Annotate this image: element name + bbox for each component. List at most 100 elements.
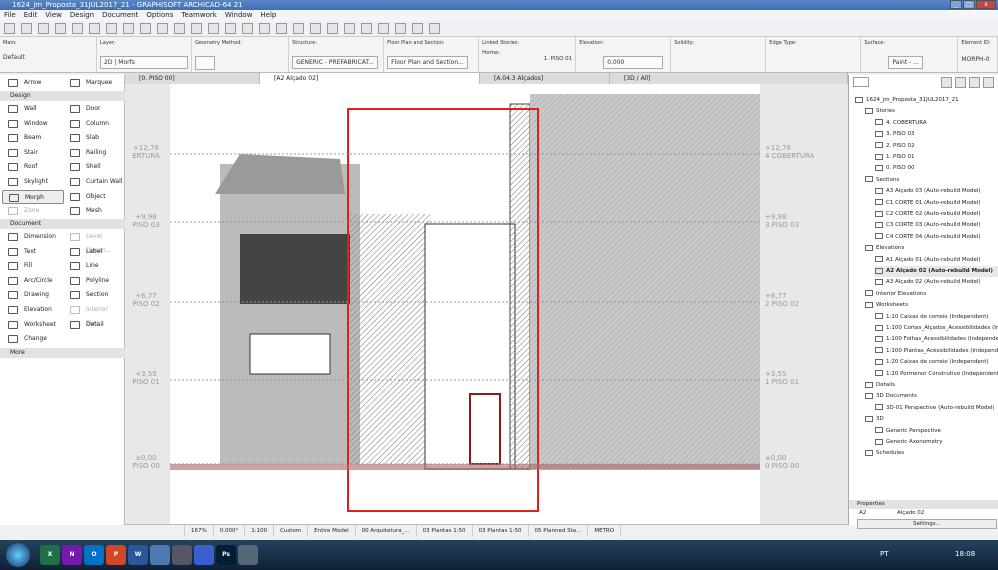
- tree-item[interactable]: Schedules: [865, 448, 904, 459]
- toolbar-button-icon[interactable]: [72, 23, 83, 34]
- tool-marquee[interactable]: Marquee: [64, 76, 126, 90]
- tree-item[interactable]: 2. PISO 02: [875, 141, 915, 152]
- tool-morph[interactable]: Morph: [2, 189, 64, 204]
- tree-item[interactable]: 3D Documents: [865, 391, 917, 402]
- view-map-icon[interactable]: [955, 77, 966, 88]
- tool-section[interactable]: Section: [64, 288, 126, 302]
- menu-help[interactable]: Help: [260, 10, 276, 21]
- tree-item[interactable]: A1 Alçado 01 (Auto-rebuild Model): [875, 255, 981, 266]
- tool-column[interactable]: Column: [64, 117, 126, 131]
- taskbar-app[interactable]: N: [62, 545, 82, 565]
- tree-item[interactable]: A3 Alçado 02 (Auto-rebuild Model): [875, 277, 981, 288]
- menu-view[interactable]: View: [45, 10, 62, 21]
- tree-item[interactable]: C2 CORTE 02 (Auto-rebuild Model): [875, 209, 980, 220]
- tree-item[interactable]: 1:20 Caixas de correio (Independent): [875, 357, 989, 368]
- tree-item[interactable]: Worksheets: [865, 300, 908, 311]
- element-id-value[interactable]: MORPH-0: [961, 56, 994, 63]
- tool-label[interactable]: Label: [64, 245, 126, 259]
- tree-item[interactable]: 1. PISO 01: [875, 152, 915, 163]
- tab-view[interactable]: [0. PISO 00]: [125, 73, 260, 84]
- maximize-button[interactable]: □: [963, 0, 975, 9]
- menu-window[interactable]: Window: [225, 10, 253, 21]
- status-8[interactable]: 05 Planned Sta...: [529, 525, 589, 537]
- tree-item[interactable]: Interior Elevations: [865, 289, 926, 300]
- tree-item[interactable]: 1:100 Plantas_Acessibilidades (Independe: [875, 346, 998, 357]
- tool-skylight[interactable]: Skylight: [2, 175, 64, 189]
- geometry-method-button[interactable]: [195, 56, 216, 70]
- elevation-input[interactable]: 0,000: [603, 56, 664, 69]
- tool-line[interactable]: Line: [64, 259, 126, 273]
- toolbar-button-icon[interactable]: [89, 23, 100, 34]
- toolbar-button-icon[interactable]: [21, 23, 32, 34]
- menu-design[interactable]: Design: [70, 10, 94, 21]
- tool-detail[interactable]: Detail: [64, 318, 126, 332]
- tree-item[interactable]: 0. PISO 00: [875, 163, 915, 174]
- toolbar-button-icon[interactable]: [225, 23, 236, 34]
- tool-dimension[interactable]: Dimension: [2, 230, 64, 244]
- tool-arc-circle[interactable]: Arc/Circle: [2, 274, 64, 288]
- taskbar-app[interactable]: W: [128, 545, 148, 565]
- tree-item[interactable]: 1:100 Cortes_Alçados_Acessibilidades (In…: [875, 323, 998, 334]
- surface-dropdown[interactable]: Paint - ...: [888, 56, 923, 69]
- toolbar-button-icon[interactable]: [395, 23, 406, 34]
- tool-stair[interactable]: Stair: [2, 146, 64, 160]
- taskbar-app[interactable]: [194, 545, 214, 565]
- tool-object[interactable]: Object: [64, 190, 126, 204]
- taskbar-app[interactable]: O: [84, 545, 104, 565]
- toolbar-button-icon[interactable]: [293, 23, 304, 34]
- tool-roof[interactable]: Roof: [2, 160, 64, 174]
- tool-change[interactable]: Change: [2, 332, 64, 346]
- toolbar-button-icon[interactable]: [55, 23, 66, 34]
- tree-item[interactable]: 3. PISO 03: [875, 129, 915, 140]
- toolbar-button-icon[interactable]: [242, 23, 253, 34]
- tree-item[interactable]: 4. COBERTURA: [875, 118, 927, 129]
- status-0[interactable]: 167%: [185, 525, 214, 537]
- menu-edit[interactable]: Edit: [24, 10, 38, 21]
- menu-teamwork[interactable]: Teamwork: [181, 10, 216, 21]
- toolbar-button-icon[interactable]: [140, 23, 151, 34]
- tree-item[interactable]: Generic Axonometry: [875, 437, 943, 448]
- tab-view[interactable]: [A.04.3 Alçados]: [480, 73, 610, 84]
- toolbar-button-icon[interactable]: [123, 23, 134, 34]
- menu-file[interactable]: File: [4, 10, 16, 21]
- tool-polyline[interactable]: Polyline: [64, 274, 126, 288]
- tree-item[interactable]: C1 CORTE 01 (Auto-rebuild Model): [875, 198, 980, 209]
- tool-fill[interactable]: Fill: [2, 259, 64, 273]
- tool-zone[interactable]: Zone: [2, 204, 64, 218]
- toolbar-button-icon[interactable]: [4, 23, 15, 34]
- taskbar-app[interactable]: Ps: [216, 545, 236, 565]
- property-id[interactable]: A2: [859, 510, 866, 516]
- tree-item[interactable]: 1:20 Pormenor Construtivo (Independent): [875, 369, 998, 380]
- toolbar-button-icon[interactable]: [259, 23, 270, 34]
- toolbar-button-icon[interactable]: [191, 23, 202, 34]
- floorplan-dropdown[interactable]: Floor Plan and Section...: [387, 56, 468, 69]
- tool-shell[interactable]: Shell: [64, 160, 126, 174]
- status-5[interactable]: 00 Arquitetura_...: [356, 525, 417, 537]
- tree-item[interactable]: Elevations: [865, 243, 904, 254]
- toolbar-button-icon[interactable]: [429, 23, 440, 34]
- tool-wall[interactable]: Wall: [2, 102, 64, 116]
- tree-item[interactable]: Details: [865, 380, 895, 391]
- start-button[interactable]: [6, 543, 30, 567]
- close-button[interactable]: x: [976, 0, 996, 9]
- tree-item[interactable]: 3D: [865, 414, 884, 425]
- toolbar-button-icon[interactable]: [157, 23, 168, 34]
- tree-item[interactable]: 1:10 Caixas de correio (Independent): [875, 312, 989, 323]
- tree-item[interactable]: 1:100 Folhas_Acessibilidades (Independer: [875, 334, 998, 345]
- status-4[interactable]: Entire Model: [308, 525, 356, 537]
- design-section-header[interactable]: Design: [0, 91, 125, 101]
- tree-item[interactable]: C3 CORTE 03 (Auto-rebuild Model): [875, 220, 980, 231]
- status-1[interactable]: 0,000°: [214, 525, 246, 537]
- tool-elevation[interactable]: Elevation: [2, 303, 64, 317]
- minimize-button[interactable]: _: [950, 0, 962, 9]
- toolbar-button-icon[interactable]: [412, 23, 423, 34]
- tool-text[interactable]: Text: [2, 245, 64, 259]
- toolbar-button-icon[interactable]: [106, 23, 117, 34]
- toolbar-button-icon[interactable]: [361, 23, 372, 34]
- tool-drawing[interactable]: Drawing: [2, 288, 64, 302]
- tree-item[interactable]: 1624_jm_Proposta_31JUL2017_21: [855, 95, 959, 106]
- status-6[interactable]: 03 Plantas 1:50: [417, 525, 473, 537]
- elevation-canvas[interactable]: [170, 84, 760, 524]
- zoom-controls[interactable]: [125, 525, 185, 537]
- clock[interactable]: 18:08: [955, 550, 975, 558]
